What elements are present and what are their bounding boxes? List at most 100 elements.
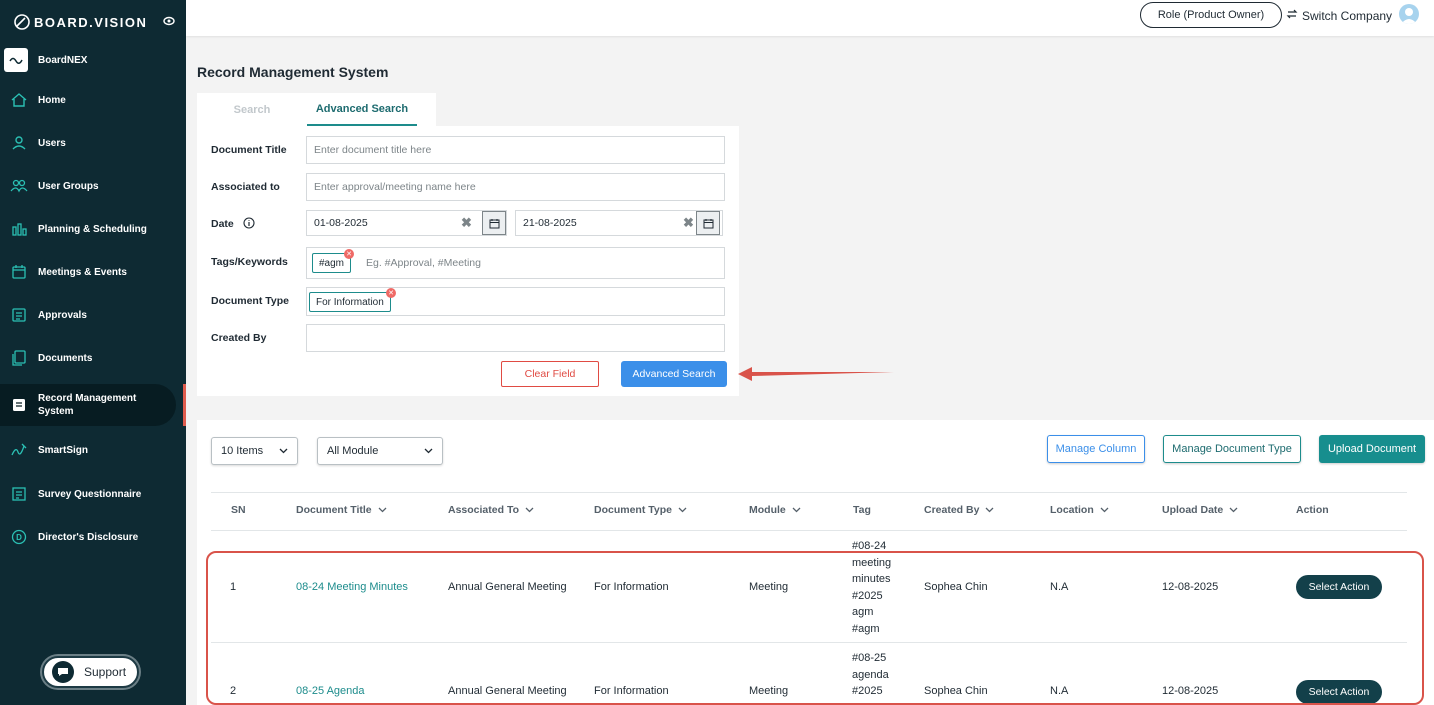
created-by-input[interactable] — [306, 324, 725, 352]
tag-text: #08-25 — [852, 652, 887, 664]
switch-company-label: Switch Company — [1302, 8, 1393, 23]
bar-chart-icon — [0, 221, 38, 237]
calendar-to-icon[interactable] — [696, 211, 720, 235]
location-cell: N.A — [1050, 581, 1069, 593]
calendar-from-icon[interactable] — [482, 211, 506, 235]
clear-date-to-icon[interactable]: ✖ — [683, 215, 694, 231]
sort-icon — [792, 504, 801, 516]
clear-field-button[interactable]: Clear Field — [501, 361, 599, 387]
sort-icon — [1100, 504, 1109, 516]
items-per-page-select[interactable]: 10 Items — [211, 437, 298, 465]
column-header-created-by[interactable]: Created By — [924, 504, 994, 516]
info-icon[interactable] — [243, 217, 255, 232]
brand-logo[interactable]: BOARD.VISION — [14, 14, 147, 30]
header-divider — [211, 492, 1407, 493]
calendar-icon — [0, 264, 38, 280]
sidebar-item-smartsign[interactable]: SmartSign — [0, 440, 176, 460]
created-by-cell: Sophea Chin — [924, 685, 988, 697]
column-header-label: SN — [231, 504, 246, 516]
sidebar-item-meetings[interactable]: Meetings & Events — [0, 262, 176, 282]
tab-advanced-search[interactable]: Advanced Search — [307, 93, 417, 126]
advanced-search-button[interactable]: Advanced Search — [621, 361, 727, 387]
sidebar-item-documents[interactable]: Documents — [0, 348, 176, 368]
clear-date-from-icon[interactable]: ✖ — [461, 215, 472, 231]
date-label: Date — [211, 218, 234, 230]
column-header-location[interactable]: Location — [1050, 504, 1109, 516]
tag-text: #2025 — [852, 685, 883, 697]
support-button[interactable]: Support — [42, 656, 139, 688]
page-title: Record Management System — [197, 64, 389, 80]
column-header-action: Action — [1296, 504, 1329, 516]
sidebar-item-user-groups[interactable]: User Groups — [0, 176, 176, 196]
column-header-label: Document Type — [594, 504, 672, 516]
column-header-associated-to[interactable]: Associated To — [448, 504, 534, 516]
column-header-upload-date[interactable]: Upload Date — [1162, 504, 1238, 516]
sidebar-item-label: Planning & Scheduling — [38, 223, 147, 235]
column-header-sn: SN — [231, 504, 246, 516]
column-header-label: Upload Date — [1162, 504, 1224, 516]
sidebar-item-planning[interactable]: Planning & Scheduling — [0, 219, 176, 239]
created-by-cell: Sophea Chin — [924, 581, 988, 593]
sort-icon — [985, 504, 994, 516]
column-header-label: Document Title — [296, 504, 372, 516]
organization-switcher[interactable]: BoardNEX — [4, 48, 87, 72]
column-header-label: Module — [749, 504, 786, 516]
chat-icon — [52, 661, 74, 683]
sidebar: BOARD.VISION BoardNEX Home Users User Gr… — [0, 0, 186, 705]
document-type-cell: For Information — [594, 581, 669, 593]
remove-tag-icon[interactable]: ✕ — [344, 249, 354, 259]
column-header-module[interactable]: Module — [749, 504, 801, 516]
records-icon — [0, 397, 38, 413]
sidebar-item-label: Home — [38, 94, 66, 106]
row-sn: 2 — [230, 685, 237, 697]
role-button[interactable]: Role (Product Owner) — [1140, 2, 1282, 28]
tag-text: minutes — [852, 573, 891, 585]
upload-document-button[interactable]: Upload Document — [1319, 435, 1425, 463]
module-filter-value: All Module — [327, 445, 379, 457]
tab-search[interactable]: Search — [197, 93, 307, 126]
sidebar-item-approvals[interactable]: Approvals — [0, 305, 176, 325]
document-type-chip: For Information — [309, 292, 391, 312]
survey-icon — [0, 486, 38, 502]
tag-text: agm — [852, 606, 874, 618]
row-sn: 1 — [230, 581, 237, 593]
org-logo — [4, 48, 28, 72]
document-title-link[interactable]: 08-25 Agenda — [296, 685, 365, 697]
document-title-label: Document Title — [211, 144, 287, 156]
active-indicator — [183, 384, 186, 426]
home-icon — [0, 92, 38, 108]
sidebar-item-users[interactable]: Users — [0, 133, 176, 153]
sidebar-item-home[interactable]: Home — [0, 90, 176, 110]
user-groups-icon — [0, 179, 38, 193]
column-header-document-title[interactable]: Document Title — [296, 504, 387, 516]
module-filter-select[interactable]: All Module — [317, 437, 443, 465]
document-title-link[interactable]: 08-24 Meeting Minutes — [296, 581, 408, 593]
sidebar-item-label: User Groups — [38, 180, 99, 192]
sidebar-item-survey[interactable]: Survey Questionnaire — [0, 484, 176, 504]
sort-icon — [525, 504, 534, 516]
date-from-input[interactable]: 01-08-2025 — [306, 210, 507, 236]
manage-column-button[interactable]: Manage Column — [1047, 435, 1145, 463]
remove-document-type-icon[interactable]: ✕ — [386, 288, 396, 298]
signature-icon — [0, 442, 38, 458]
sort-icon — [378, 504, 387, 516]
associated-to-input[interactable]: Enter approval/meeting name here — [306, 173, 725, 201]
module-cell: Meeting — [749, 685, 789, 697]
row-divider — [211, 642, 1407, 643]
select-action-button[interactable]: Select Action — [1296, 575, 1382, 599]
manage-document-type-button[interactable]: Manage Document Type — [1163, 435, 1301, 463]
sidebar-item-record-management[interactable]: Record Management System — [0, 384, 176, 426]
tags-input[interactable]: Eg. #Approval, #Meeting — [306, 247, 725, 279]
document-title-input[interactable]: Enter document title here — [306, 136, 725, 164]
select-action-button[interactable]: Select Action — [1296, 680, 1382, 704]
sidebar-item-disclosure[interactable]: D Director's Disclosure — [0, 527, 176, 547]
column-header-document-type[interactable]: Document Type — [594, 504, 687, 516]
column-header-label: Created By — [924, 504, 980, 516]
sidebar-item-label: Users — [38, 137, 66, 149]
sidebar-item-label: Director's Disclosure — [38, 531, 139, 543]
tags-placeholder: Eg. #Approval, #Meeting — [366, 257, 481, 269]
tag-text: agenda — [852, 668, 889, 681]
eye-icon[interactable] — [163, 16, 175, 29]
avatar[interactable] — [1399, 4, 1419, 24]
switch-company[interactable]: Switch Company — [1286, 8, 1392, 23]
